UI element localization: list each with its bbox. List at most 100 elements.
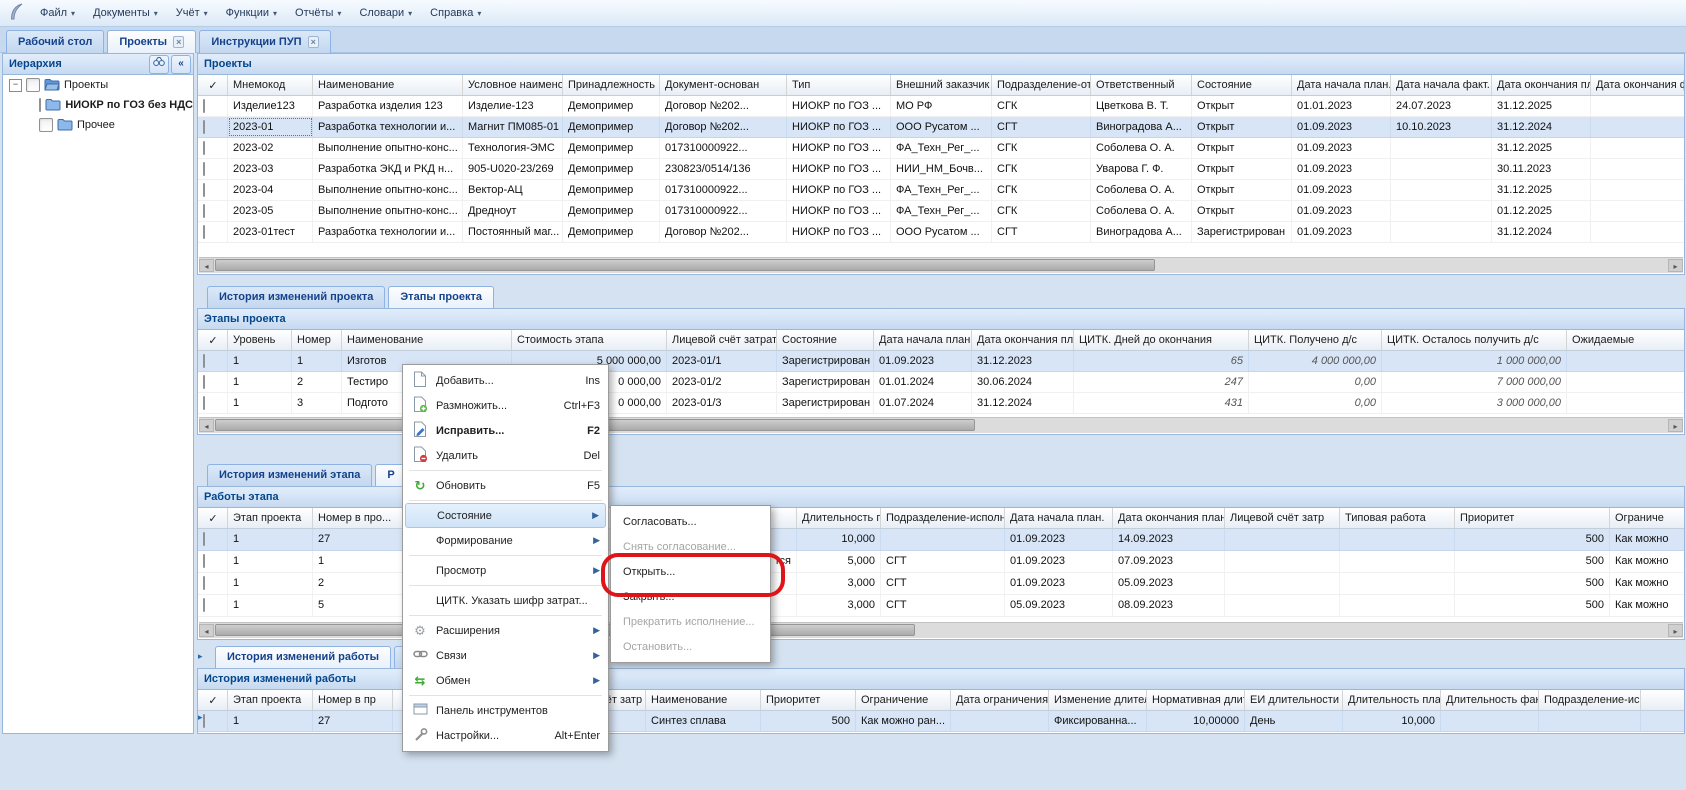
tree-checkbox[interactable] bbox=[39, 98, 41, 112]
column-header[interactable]: Принадлежность bbox=[563, 75, 660, 95]
column-header[interactable]: Дата окончания ф bbox=[1591, 75, 1685, 95]
column-header[interactable]: Лицевой счёт затр bbox=[1225, 508, 1340, 528]
column-header[interactable]: Состояние bbox=[777, 330, 874, 350]
region-expand-icon[interactable]: ▸ bbox=[198, 651, 203, 662]
column-header[interactable]: Мнемокод bbox=[228, 75, 313, 95]
column-header[interactable]: Уровень bbox=[228, 330, 292, 350]
column-header[interactable]: Дата начала факт. bbox=[1391, 75, 1492, 95]
column-header[interactable]: ЦИТК. Получено д/с bbox=[1249, 330, 1382, 350]
row-checkbox[interactable] bbox=[203, 554, 205, 568]
column-header[interactable]: Наименование bbox=[646, 690, 761, 710]
projects-hscrollbar[interactable]: ◂▸ bbox=[199, 257, 1683, 273]
menu-item-2[interactable]: Размножить...Ctrl+F3 bbox=[405, 393, 606, 418]
column-header[interactable]: ✓ bbox=[198, 690, 228, 710]
scroll-left-icon[interactable]: ◂ bbox=[199, 259, 214, 272]
column-header[interactable]: Стоимость этапа bbox=[512, 330, 667, 350]
scroll-thumb[interactable] bbox=[215, 259, 1155, 271]
table-row[interactable]: Изделие123Разработка изделия 123Изделие-… bbox=[198, 96, 1684, 117]
column-header[interactable]: Состояние bbox=[1192, 75, 1292, 95]
column-header[interactable]: Длительность фак bbox=[1441, 690, 1539, 710]
column-header[interactable]: Приоритет bbox=[761, 690, 856, 710]
column-header[interactable]: Дата начала план. bbox=[1292, 75, 1391, 95]
column-header[interactable]: Этап проекта bbox=[228, 508, 313, 528]
menu-item-1[interactable]: Добавить...Ins bbox=[405, 368, 606, 393]
row-checkbox[interactable] bbox=[203, 204, 205, 218]
column-header[interactable]: Длительность план▼ bbox=[797, 508, 881, 528]
column-header[interactable]: Номер в пр bbox=[313, 690, 393, 710]
main-tab-1[interactable]: Рабочий стол bbox=[6, 30, 104, 53]
collapse-panel-icon[interactable]: « bbox=[171, 55, 191, 74]
submenu-item-6[interactable]: Остановить... bbox=[613, 634, 768, 659]
scroll-right-icon[interactable]: ▸ bbox=[1668, 259, 1683, 272]
column-header[interactable]: Дата окончания пл bbox=[1492, 75, 1591, 95]
stage_tabs-tab-2[interactable]: Этапы проекта bbox=[388, 286, 494, 308]
row-checkbox[interactable] bbox=[203, 375, 205, 389]
menubar-item-1[interactable]: Файл▾ bbox=[31, 3, 84, 23]
submenu-item-1[interactable]: Согласовать... bbox=[613, 509, 768, 534]
menu-item-19[interactable]: Панель инструментов bbox=[405, 698, 606, 723]
close-icon[interactable]: × bbox=[308, 36, 319, 48]
scroll-right-icon[interactable]: ▸ bbox=[1668, 419, 1683, 432]
menu-item-20[interactable]: Настройки...Alt+Enter bbox=[405, 723, 606, 748]
column-header[interactable]: Дата начала план. bbox=[1005, 508, 1113, 528]
row-checkbox[interactable] bbox=[203, 396, 205, 410]
stage_tabs-tab-1[interactable]: История изменений проекта bbox=[207, 286, 385, 308]
column-header[interactable]: Ответственный bbox=[1091, 75, 1192, 95]
tree-checkbox[interactable] bbox=[39, 118, 53, 132]
row-checkbox[interactable] bbox=[203, 714, 205, 728]
row-checkbox[interactable] bbox=[203, 576, 205, 590]
column-header[interactable]: Длительность пла bbox=[1343, 690, 1441, 710]
column-header[interactable]: Номер в про... bbox=[313, 508, 403, 528]
search-icon[interactable] bbox=[149, 55, 169, 74]
menubar-item-4[interactable]: Функции▾ bbox=[217, 3, 286, 23]
table-row[interactable]: 2023-02Выполнение опытно-конс...Технолог… bbox=[198, 138, 1684, 159]
column-header[interactable]: Подразделение-исполнитель.. bbox=[881, 508, 1005, 528]
column-header[interactable]: Дата окончания план bbox=[972, 330, 1074, 350]
menubar-item-3[interactable]: Учёт▾ bbox=[167, 3, 217, 23]
menu-item-13[interactable]: ЦИТК. Указать шифр затрат... bbox=[405, 588, 606, 613]
row-checkbox[interactable] bbox=[203, 598, 205, 612]
menu-item-6[interactable]: ↻ОбновитьF5 bbox=[405, 473, 606, 498]
tree-collapse-icon[interactable]: − bbox=[9, 79, 22, 92]
column-header[interactable]: ✓ bbox=[198, 330, 228, 350]
row-checkbox[interactable] bbox=[203, 141, 205, 155]
table-row[interactable]: 2023-04Выполнение опытно-конс...Вектор-А… bbox=[198, 180, 1684, 201]
column-header[interactable]: Документ-основан bbox=[660, 75, 787, 95]
row-checkbox[interactable] bbox=[203, 162, 205, 176]
menu-item-16[interactable]: Связи▶ bbox=[405, 643, 606, 668]
menubar-item-6[interactable]: Словари▾ bbox=[350, 3, 421, 23]
column-header[interactable]: Дата начала план bbox=[874, 330, 972, 350]
column-header[interactable]: Подразделение-от bbox=[992, 75, 1091, 95]
history_tabs-tab-1[interactable]: История изменений работы bbox=[215, 646, 391, 668]
menu-item-4[interactable]: УдалитьDel bbox=[405, 443, 606, 468]
column-header[interactable]: Наименование bbox=[342, 330, 512, 350]
table-row[interactable]: 2023-05Выполнение опытно-конс...Дредноут… bbox=[198, 201, 1684, 222]
column-header[interactable]: Ограничение bbox=[856, 690, 951, 710]
menu-item-15[interactable]: ⚙Расширения▶ bbox=[405, 618, 606, 643]
tree-node-child-1[interactable]: НИОКР по ГОЗ без НДС bbox=[3, 95, 193, 115]
row-checkbox[interactable] bbox=[203, 99, 205, 113]
submenu-item-5[interactable]: Прекратить исполнение... bbox=[613, 609, 768, 634]
column-header[interactable]: Приоритет bbox=[1455, 508, 1610, 528]
menu-item-17[interactable]: ⇆Обмен▶ bbox=[405, 668, 606, 693]
column-header[interactable]: Нормативная длит bbox=[1147, 690, 1245, 710]
menubar-item-7[interactable]: Справка▾ bbox=[421, 3, 490, 23]
column-header[interactable]: Тип bbox=[787, 75, 891, 95]
work_tabs-tab-1[interactable]: История изменений этапа bbox=[207, 464, 372, 486]
row-checkbox[interactable] bbox=[203, 532, 205, 546]
column-header[interactable]: ЦИТК. Осталось получить д/с bbox=[1382, 330, 1567, 350]
column-header[interactable]: Условное наименова bbox=[463, 75, 563, 95]
row-checkbox[interactable] bbox=[203, 120, 205, 134]
column-header[interactable]: Наименование bbox=[313, 75, 463, 95]
tree-checkbox[interactable] bbox=[26, 78, 40, 92]
scroll-left-icon[interactable]: ◂ bbox=[199, 419, 214, 432]
main-tab-3[interactable]: Инструкции ПУП× bbox=[199, 30, 331, 53]
column-header[interactable]: Подразделение-ис bbox=[1539, 690, 1641, 710]
menu-item-9[interactable]: Формирование▶ bbox=[405, 528, 606, 553]
column-header[interactable]: Этап проекта bbox=[228, 690, 313, 710]
main-tab-2[interactable]: Проекты× bbox=[107, 30, 196, 53]
menubar-item-5[interactable]: Отчёты▾ bbox=[286, 3, 350, 23]
scroll-right-icon[interactable]: ▸ bbox=[1668, 624, 1683, 637]
column-header[interactable]: ✓ bbox=[198, 75, 228, 95]
tree-node-child-2[interactable]: Прочее bbox=[3, 115, 193, 135]
